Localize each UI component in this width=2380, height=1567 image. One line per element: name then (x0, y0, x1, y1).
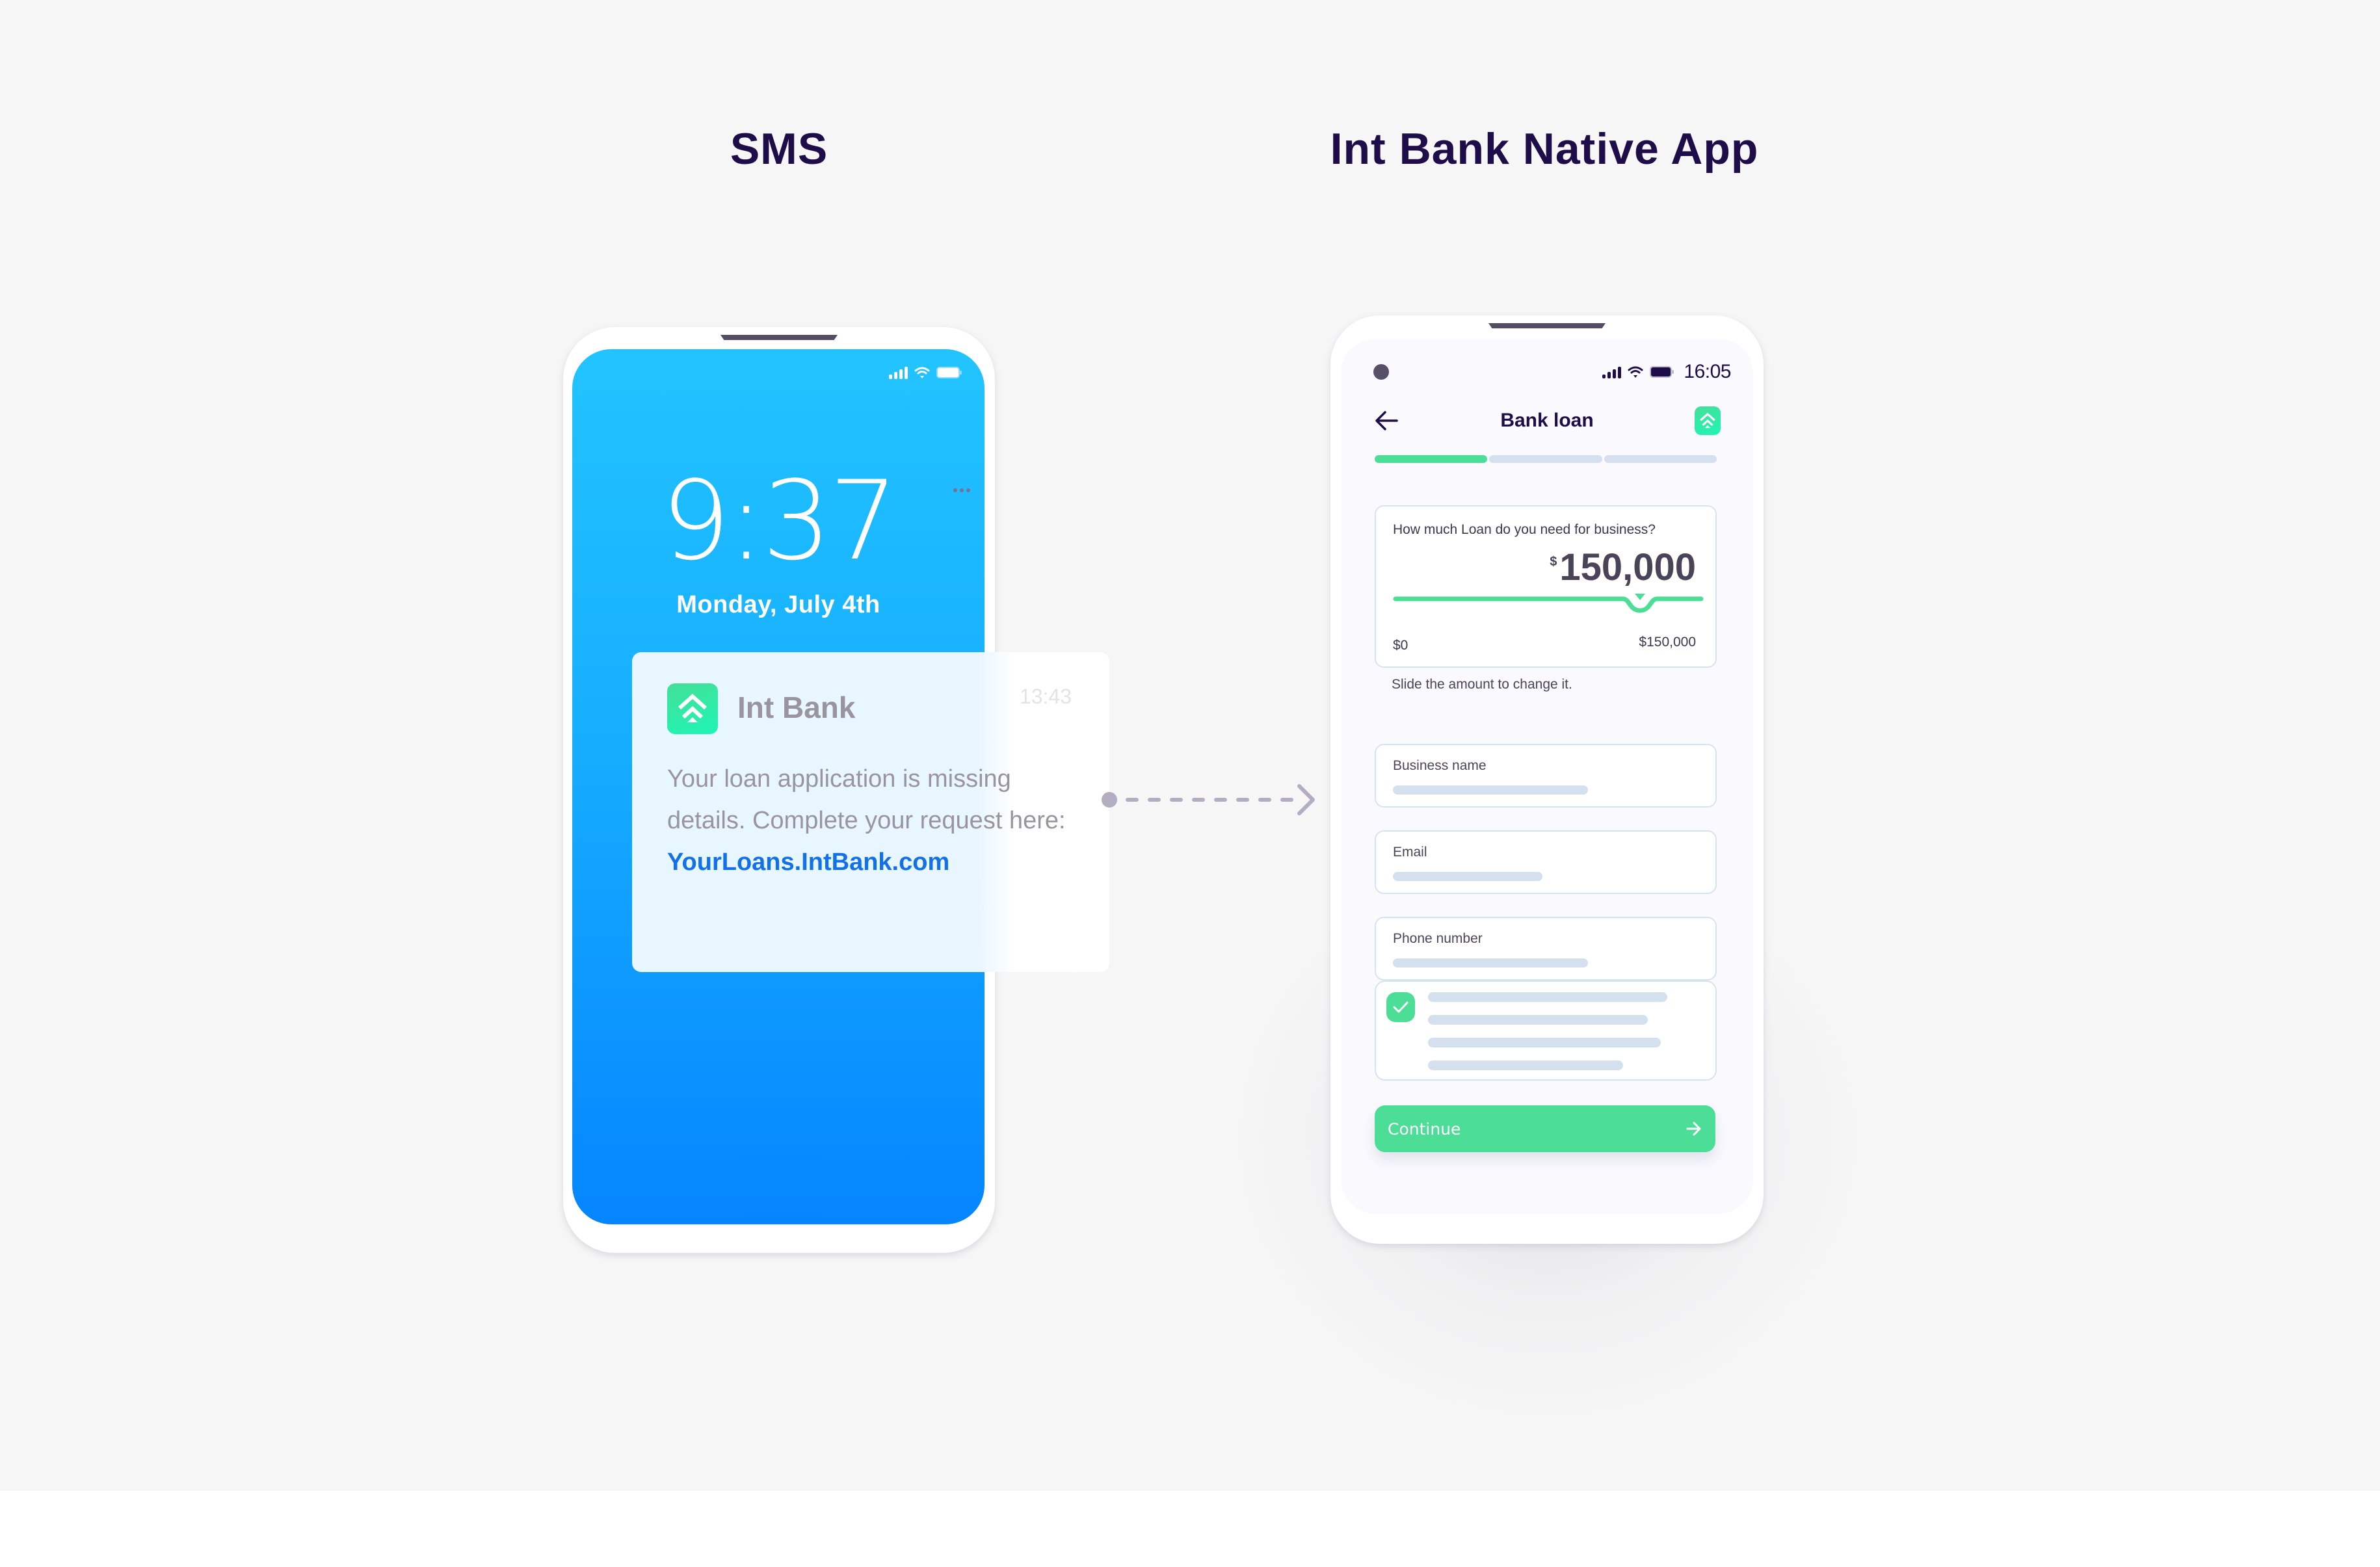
sms-section-title: SMS (730, 124, 828, 174)
presentation-canvas: SMS Int Bank Native App 9:37 Monday, Jul… (0, 0, 2380, 1491)
wifi-icon (914, 367, 930, 378)
continue-label: Continue (1388, 1119, 1461, 1139)
business-name-field[interactable]: Business name (1375, 744, 1717, 808)
loan-question: How much Loan do you need for business? (1393, 522, 1656, 537)
loan-amount-number: 150,000 (1559, 546, 1696, 588)
progress-step (1375, 455, 1488, 463)
slider-hint: Slide the amount to change it. (1392, 677, 1572, 692)
notification-sender: Int Bank (737, 691, 856, 724)
lock-date: Monday, July 4th (676, 591, 880, 618)
app-screen: 16:05 Bank loan How much Loan do you nee… (1341, 339, 1753, 1214)
range-min-label: $0 (1393, 638, 1408, 653)
progress-step (1489, 455, 1602, 463)
more-icon[interactable] (953, 488, 970, 492)
app-section-title: Int Bank Native App (1330, 124, 1759, 174)
terms-checkbox[interactable] (1386, 992, 1415, 1022)
flow-arrow-icon (1102, 784, 1315, 815)
page-title: Bank loan (1500, 410, 1594, 431)
field-label: Email (1393, 845, 1427, 860)
field-label: Phone number (1393, 931, 1483, 946)
terms-text-line (1428, 1060, 1623, 1070)
notification-body: Your loan application is missing details… (667, 758, 1083, 883)
slider-thumb-icon (1635, 594, 1645, 600)
battery-icon (936, 367, 962, 378)
progress-stepper (1375, 455, 1717, 463)
currency-symbol: $ (1550, 555, 1557, 569)
phone-number-field[interactable]: Phone number (1375, 917, 1717, 981)
int-bank-logo-icon (667, 683, 718, 734)
battery-icon (1650, 366, 1674, 378)
phone-speaker (721, 335, 838, 340)
wifi-icon (1628, 366, 1643, 378)
terms-text-line (1428, 1038, 1661, 1047)
email-field[interactable]: Email (1375, 830, 1717, 894)
status-time: 16:05 (1684, 361, 1731, 382)
arrow-right-icon (1686, 1122, 1701, 1136)
terms-text-line (1428, 992, 1667, 1002)
app-phone-frame: 16:05 Bank loan How much Loan do you nee… (1330, 315, 1764, 1244)
notification-link[interactable]: YourLoans.IntBank.com (667, 849, 949, 876)
terms-text-line (1428, 1015, 1648, 1025)
range-max-label: $150,000 (1639, 635, 1696, 650)
slider-track (1393, 596, 1704, 613)
loan-amount-value: $ 150,000 (1550, 546, 1696, 589)
loan-amount-card: How much Loan do you need for business? … (1375, 505, 1717, 668)
int-bank-logo-icon (1695, 406, 1721, 435)
lock-clock: 9:37 (661, 457, 898, 585)
field-placeholder-bar (1393, 785, 1588, 795)
notification-text: Your loan application is missing details… (667, 765, 1066, 834)
camera-icon (1373, 364, 1389, 380)
continue-button[interactable]: Continue (1375, 1105, 1715, 1152)
arrow-left-icon[interactable] (1373, 409, 1399, 432)
phone-speaker (1488, 323, 1606, 328)
signal-icon (1602, 365, 1622, 378)
app-header: Bank loan (1373, 401, 1721, 440)
sms-notification[interactable]: Int Bank 13:43 Your loan application is … (632, 652, 1109, 972)
field-label: Business name (1393, 758, 1487, 773)
field-placeholder-bar (1393, 872, 1542, 881)
notification-time: 13:43 (1019, 685, 1072, 708)
signal-icon (889, 366, 908, 379)
loan-amount-slider[interactable] (1393, 594, 1704, 620)
progress-step (1604, 455, 1717, 463)
checkmark-icon (1393, 1001, 1408, 1013)
terms-agreement (1375, 981, 1717, 1081)
lock-status-bar (889, 366, 962, 379)
field-placeholder-bar (1393, 958, 1588, 968)
app-status-bar: 16:05 (1373, 361, 1731, 382)
